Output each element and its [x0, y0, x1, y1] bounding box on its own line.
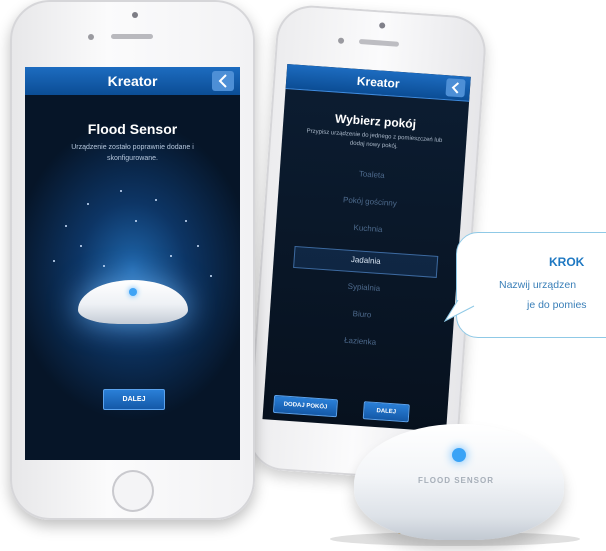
screen-body: Flood Sensor Urządzenie zostało poprawni…	[25, 95, 240, 460]
chevron-left-icon	[218, 74, 227, 88]
sparkle	[155, 199, 157, 201]
nav-bar: Kreator	[285, 64, 471, 102]
callout-tail	[444, 300, 475, 322]
camera-dot	[379, 22, 386, 29]
device-label: FLOOD SENSOR	[418, 476, 495, 485]
step-callout: KROK Nazwij urządzen je do pomies	[456, 232, 606, 338]
sparkle	[53, 260, 55, 262]
earpiece-speaker	[111, 34, 153, 39]
sparkle	[197, 245, 199, 247]
nav-title: Kreator	[107, 73, 158, 89]
callout-text-line2: je do pomies	[527, 299, 587, 311]
callout-title: KROK	[549, 255, 585, 269]
nav-bar: Kreator	[25, 67, 240, 96]
nav-title: Kreator	[356, 73, 401, 91]
back-button[interactable]	[445, 78, 466, 98]
room-item[interactable]: Sypialnia	[272, 276, 456, 298]
sparkle	[210, 275, 212, 277]
sensor-led	[452, 448, 466, 462]
sparkle	[135, 220, 137, 222]
room-list: Toaleta Pokój gościnny Kuchnia Jadalnia …	[280, 164, 464, 347]
camera-dot	[132, 12, 138, 18]
room-item[interactable]: Łazienka	[268, 330, 452, 352]
screen-device-added: Kreator Flood Sensor Urządzenie zostało …	[25, 67, 240, 460]
success-message: Urządzenie zostało poprawnie dodane i sk…	[71, 144, 194, 162]
flood-sensor-device: FLOOD SENSOR	[354, 424, 564, 540]
sparkle	[87, 203, 89, 205]
sparkle	[120, 190, 122, 192]
phone-back: Kreator Wybierz pokój Przypisz urządzeni…	[246, 3, 488, 483]
sensor-led	[129, 288, 137, 296]
back-button[interactable]	[212, 71, 234, 91]
sparkle	[185, 220, 187, 222]
add-room-button[interactable]: DODAJ POKÓJ	[272, 394, 339, 418]
earpiece-speaker	[358, 38, 400, 47]
sparkle	[103, 265, 105, 267]
sparkle	[80, 245, 82, 247]
proximity-sensor	[88, 34, 94, 40]
device-name: Flood Sensor	[87, 121, 178, 137]
room-item[interactable]: Toaleta	[280, 164, 464, 186]
room-item[interactable]: Pokój gościnny	[278, 191, 462, 213]
phone-front: Kreator Flood Sensor Urządzenie zostało …	[10, 0, 255, 520]
room-item[interactable]: Biuro	[270, 303, 454, 325]
sparkle	[65, 225, 67, 227]
next-button[interactable]: DALEJ	[103, 389, 165, 410]
proximity-sensor	[337, 37, 345, 44]
flood-sensor-illustration	[78, 280, 188, 324]
home-button[interactable]	[112, 470, 154, 512]
room-item[interactable]: Kuchnia	[276, 218, 460, 240]
screen-room-select: Kreator Wybierz pokój Przypisz urządzeni…	[262, 64, 471, 432]
sparkle	[170, 255, 172, 257]
next-button[interactable]: DALEJ	[362, 401, 410, 423]
callout-text-line1: Nazwij urządzen	[499, 279, 577, 291]
chevron-left-icon	[451, 82, 460, 94]
